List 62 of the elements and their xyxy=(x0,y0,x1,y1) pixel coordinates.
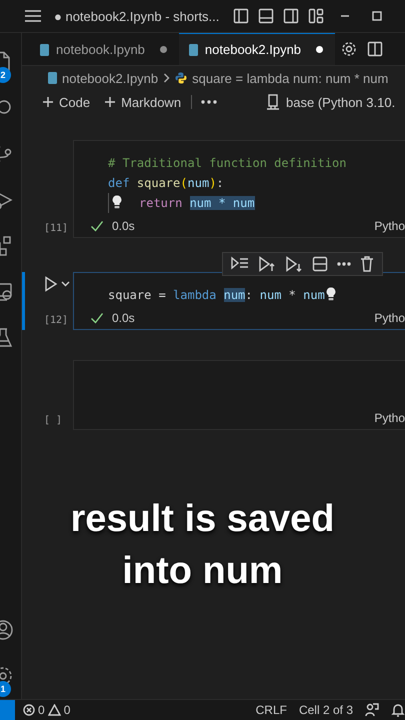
notebook-file-icon xyxy=(188,44,198,56)
notification-badge: 1 xyxy=(0,681,11,697)
plus-icon xyxy=(104,96,116,108)
error-icon xyxy=(23,704,35,716)
cell-language[interactable]: Pytho xyxy=(374,219,405,233)
panel-layout-icon[interactable] xyxy=(258,8,274,24)
run-above-icon[interactable] xyxy=(258,256,276,272)
lightbulb-icon[interactable] xyxy=(326,287,336,301)
warning-icon xyxy=(48,704,61,716)
run-below-icon[interactable] xyxy=(285,256,303,272)
execution-time: 0.0s xyxy=(112,219,135,233)
chevron-down-icon[interactable] xyxy=(61,281,70,287)
code-cell[interactable]: square = lambda num: num * num 0.0s Pytho xyxy=(73,272,405,330)
execution-count: [12] xyxy=(43,315,70,328)
editor-tab[interactable]: notebook2.Ipynb xyxy=(178,33,336,65)
execution-count: [ ] xyxy=(43,415,64,428)
customize-layout-icon[interactable] xyxy=(308,8,324,24)
sidebar-layout-icon[interactable] xyxy=(233,8,250,24)
cell-language[interactable]: Pytho xyxy=(374,411,405,425)
editor-tab[interactable]: notebook.Ipynb xyxy=(30,33,179,65)
video-caption: into num xyxy=(122,549,283,594)
cell-language[interactable]: Pytho xyxy=(374,311,405,325)
maximize-icon[interactable] xyxy=(370,9,384,23)
python-icon xyxy=(175,72,188,84)
plus-icon xyxy=(42,96,54,108)
status-item[interactable]: Cell 2 of 3 xyxy=(298,703,353,717)
status-item[interactable]: CRLF xyxy=(256,703,287,717)
execute-above-icon[interactable] xyxy=(231,256,249,272)
breadcrumb-item[interactable]: square = lambda num: num * num xyxy=(192,70,388,86)
delete-icon[interactable] xyxy=(360,256,374,272)
breadcrumb-item[interactable]: notebook2.Ipynb xyxy=(62,70,158,86)
code-line: def square(num): xyxy=(108,175,225,192)
window-title: ● notebook2.Ipynb - shorts... xyxy=(54,8,220,24)
execution-count: [11] xyxy=(43,223,70,236)
more-icon[interactable] xyxy=(200,100,218,104)
chevron-icon xyxy=(163,73,170,83)
code-line: # Traditional function definition xyxy=(108,155,348,172)
video-caption: result is saved xyxy=(70,497,335,542)
split-cell-icon[interactable] xyxy=(312,256,328,272)
more-icon[interactable] xyxy=(337,262,351,266)
execution-time: 0.0s xyxy=(112,311,135,325)
error-count[interactable]: 0 xyxy=(38,703,45,717)
code-cell[interactable]: Pytho xyxy=(73,360,405,430)
feedback-icon[interactable] xyxy=(365,703,379,717)
add-cell-button[interactable]: Code xyxy=(38,92,94,112)
warning-count[interactable]: 0 xyxy=(64,703,70,717)
notification-badge: 2 xyxy=(0,67,11,83)
code-line: square = lambda num: num * num xyxy=(108,285,405,305)
settings-icon[interactable] xyxy=(341,41,358,57)
menu-icon[interactable] xyxy=(24,9,42,23)
kernel-icon xyxy=(266,94,280,110)
notebook-file-icon xyxy=(40,44,49,56)
notebook-file-icon xyxy=(48,72,57,84)
split-layout-icon[interactable] xyxy=(283,8,300,24)
notification-icon[interactable] xyxy=(391,703,405,717)
kernel-picker[interactable]: base (Python 3.10. xyxy=(286,94,396,110)
run-cell-icon[interactable] xyxy=(44,276,58,292)
split-editor-icon[interactable] xyxy=(367,41,384,57)
add-cell-button[interactable]: Markdown xyxy=(100,92,186,112)
code-line: return num * num xyxy=(108,193,405,213)
lightbulb-icon[interactable] xyxy=(112,195,122,209)
code-cell[interactable]: # Traditional function definition def square(num): return num * num 0.0s Pytho xyxy=(73,140,405,238)
